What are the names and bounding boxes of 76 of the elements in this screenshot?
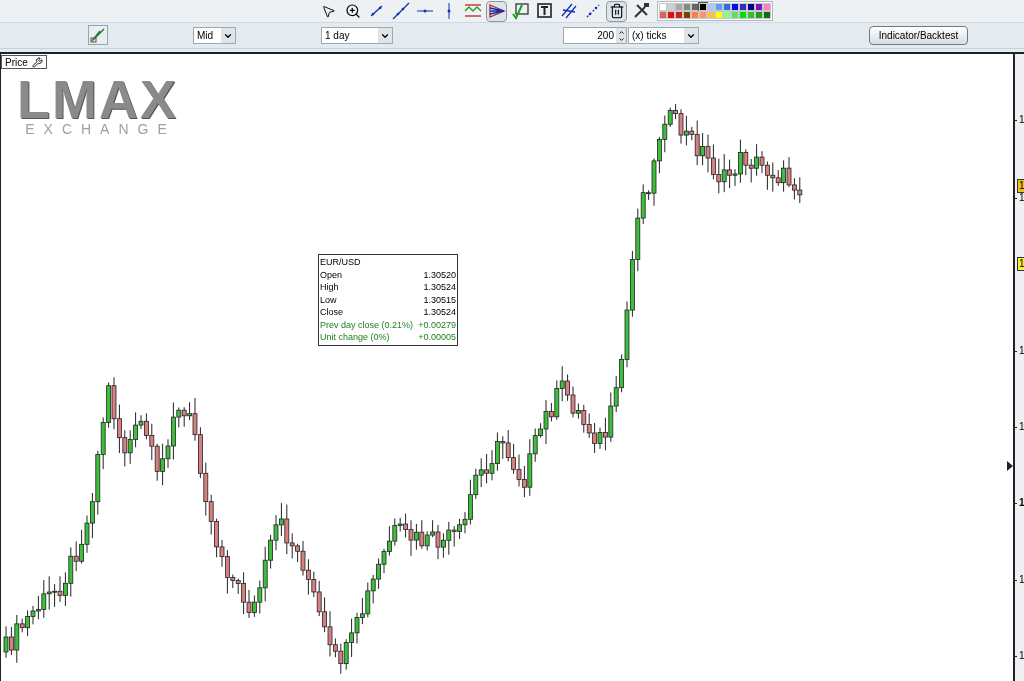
color-swatch[interactable] <box>659 3 667 11</box>
color-swatch[interactable] <box>675 3 683 11</box>
color-swatch[interactable] <box>675 11 683 19</box>
color-swatch[interactable] <box>691 11 699 19</box>
logo-tagline: EXCHANGE <box>24 122 176 136</box>
color-swatch[interactable] <box>747 11 755 19</box>
tooltip-value: 1.30515 <box>423 293 456 306</box>
color-swatch[interactable] <box>707 11 715 19</box>
color-swatch[interactable] <box>723 11 731 19</box>
zoom-icon <box>344 3 361 19</box>
color-swatch[interactable] <box>667 11 675 19</box>
color-swatch[interactable] <box>715 3 723 11</box>
fan-icon <box>487 2 506 20</box>
color-swatch[interactable] <box>755 3 763 11</box>
count-spinner[interactable]: 200 <box>563 27 627 44</box>
color-swatch[interactable] <box>683 3 691 11</box>
tooltip-value: 1.30524 <box>423 281 456 294</box>
period-dropdown[interactable]: 1 day <box>321 27 393 44</box>
tooltip-label: Unit change (0%) <box>320 331 390 344</box>
tooltip-label: Open <box>320 268 343 281</box>
unit-dropdown[interactable]: (x) ticks <box>628 27 699 44</box>
toolbar-tool-button[interactable] <box>486 0 507 22</box>
drawing-tool-button[interactable] <box>88 25 108 45</box>
text-tool-icon <box>535 2 554 20</box>
pointer-icon <box>321 3 336 19</box>
color-swatch[interactable] <box>763 11 771 19</box>
spinner-up-icon <box>617 28 625 36</box>
axis-label: 1 <box>1019 113 1024 127</box>
price-tag: 1 <box>1017 179 1024 193</box>
tooltip-label: High <box>320 281 339 294</box>
axis-label: 1 <box>1019 573 1024 587</box>
horizontal-line-icon <box>415 9 434 13</box>
color-swatch[interactable] <box>699 11 707 19</box>
toolbar-tool-button[interactable] <box>606 0 627 22</box>
tooltip-value: +0.00005 <box>418 331 456 344</box>
ray-line-icon <box>391 2 410 20</box>
tooltip-label: Prev day close (0.21%) <box>320 318 414 331</box>
parallel-lines-icon <box>559 2 578 20</box>
color-swatch[interactable] <box>699 3 707 11</box>
tooltip-label: Low <box>320 293 337 306</box>
spinner-down-icon <box>617 35 625 43</box>
color-swatch[interactable] <box>707 3 715 11</box>
tooltip-value: +0.00279 <box>418 318 456 331</box>
axis-label: 1 <box>1019 191 1024 205</box>
color-swatch[interactable] <box>723 3 731 11</box>
color-swatch[interactable] <box>755 11 763 19</box>
color-swatch[interactable] <box>739 3 747 11</box>
color-swatch[interactable] <box>715 11 723 19</box>
chart-check-icon <box>511 2 530 20</box>
tooltip-value: 1.30520 <box>423 268 456 281</box>
color-swatch[interactable] <box>739 11 747 19</box>
panel-label: Price <box>5 55 28 70</box>
logo-wordmark: LMAX <box>17 76 178 122</box>
color-swatch[interactable] <box>683 11 691 19</box>
price-tag: 1 <box>1017 257 1024 271</box>
axis-label: 1 <box>1019 344 1024 358</box>
trash-icon <box>608 3 625 19</box>
indicator-backtest-button[interactable]: Indicator/Backtest <box>869 26 968 45</box>
wrench-icon <box>31 56 43 68</box>
color-swatch[interactable] <box>659 11 667 19</box>
tooltip-value: 1.30524 <box>423 306 456 319</box>
color-swatch[interactable] <box>667 3 675 11</box>
axis-label: 1 <box>1019 649 1024 663</box>
axis-label: 1 <box>1019 496 1024 510</box>
tooltip-title: EUR/USD <box>320 256 362 269</box>
color-swatch[interactable] <box>731 11 739 19</box>
color-swatch[interactable] <box>747 3 755 11</box>
color-swatch[interactable] <box>763 3 771 11</box>
axis-label: 1 <box>1019 420 1024 434</box>
channel-icon <box>463 2 482 20</box>
color-swatch[interactable] <box>731 3 739 11</box>
pencil-chart-icon <box>90 27 106 43</box>
vertical-line-icon <box>446 2 451 20</box>
tooltip-label: Close <box>320 306 343 319</box>
price-type-dropdown[interactable]: Mid <box>193 27 236 44</box>
toolbar-tool-button[interactable] <box>390 0 411 22</box>
